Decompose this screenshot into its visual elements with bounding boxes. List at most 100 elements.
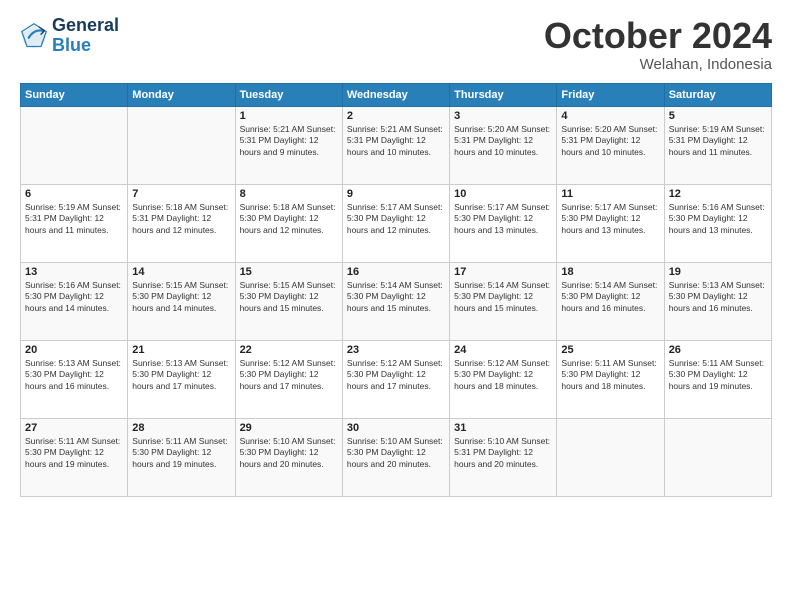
day-number: 25 bbox=[561, 344, 659, 356]
day-cell: 26 Sunrise: 5:11 AM Sunset: 5:30 PM Dayli… bbox=[664, 340, 771, 418]
day-number: 16 bbox=[347, 266, 445, 278]
day-cell: 22 Sunrise: 5:12 AM Sunset: 5:30 PM Dayli… bbox=[235, 340, 342, 418]
day-info: Sunrise: 5:10 AM Sunset: 5:30 PM Dayligh… bbox=[347, 436, 445, 472]
day-info: Sunrise: 5:17 AM Sunset: 5:30 PM Dayligh… bbox=[561, 202, 659, 238]
day-cell bbox=[557, 418, 664, 496]
logo-line2: Blue bbox=[52, 36, 119, 56]
day-info: Sunrise: 5:21 AM Sunset: 5:31 PM Dayligh… bbox=[347, 124, 445, 160]
day-cell: 12 Sunrise: 5:16 AM Sunset: 5:30 PM Dayli… bbox=[664, 184, 771, 262]
page: General Blue October 2024 Welahan, Indon… bbox=[0, 0, 792, 612]
day-cell: 30 Sunrise: 5:10 AM Sunset: 5:30 PM Dayli… bbox=[342, 418, 449, 496]
day-number: 30 bbox=[347, 422, 445, 434]
day-number: 13 bbox=[25, 266, 123, 278]
day-info: Sunrise: 5:21 AM Sunset: 5:31 PM Dayligh… bbox=[240, 124, 338, 160]
day-number: 19 bbox=[669, 266, 767, 278]
day-cell: 23 Sunrise: 5:12 AM Sunset: 5:30 PM Dayli… bbox=[342, 340, 449, 418]
day-cell: 27 Sunrise: 5:11 AM Sunset: 5:30 PM Dayli… bbox=[21, 418, 128, 496]
logo: General Blue bbox=[20, 16, 119, 56]
week-row-3: 13Sunrise: 5:16 AM Sunset: 5:30 PM Dayli… bbox=[21, 262, 772, 340]
day-info: Sunrise: 5:12 AM Sunset: 5:30 PM Dayligh… bbox=[240, 358, 338, 394]
week-row-4: 20 Sunrise: 5:13 AM Sunset: 5:30 PM Dayli… bbox=[21, 340, 772, 418]
day-cell: 4Sunrise: 5:20 AM Sunset: 5:31 PM Daylig… bbox=[557, 106, 664, 184]
header-cell-friday: Friday bbox=[557, 83, 664, 106]
day-number: 28 bbox=[132, 422, 230, 434]
day-cell: 31Sunrise: 5:10 AM Sunset: 5:31 PM Dayli… bbox=[450, 418, 557, 496]
day-info: Sunrise: 5:10 AM Sunset: 5:31 PM Dayligh… bbox=[454, 436, 552, 472]
day-cell bbox=[128, 106, 235, 184]
day-number: 8 bbox=[240, 188, 338, 200]
day-number: 10 bbox=[454, 188, 552, 200]
day-info: Sunrise: 5:18 AM Sunset: 5:30 PM Dayligh… bbox=[240, 202, 338, 238]
logo-text: General Blue bbox=[52, 16, 119, 56]
day-cell: 10 Sunrise: 5:17 AM Sunset: 5:30 PM Dayli… bbox=[450, 184, 557, 262]
day-number: 20 bbox=[25, 344, 123, 356]
day-number: 9 bbox=[347, 188, 445, 200]
day-number: 27 bbox=[25, 422, 123, 434]
day-number: 5 bbox=[669, 110, 767, 122]
day-cell: 6Sunrise: 5:19 AM Sunset: 5:31 PM Daylig… bbox=[21, 184, 128, 262]
day-cell: 25 Sunrise: 5:11 AM Sunset: 5:30 PM Dayli… bbox=[557, 340, 664, 418]
month-title: October 2024 bbox=[544, 16, 772, 56]
day-number: 14 bbox=[132, 266, 230, 278]
day-cell: 24Sunrise: 5:12 AM Sunset: 5:30 PM Dayli… bbox=[450, 340, 557, 418]
day-number: 12 bbox=[669, 188, 767, 200]
day-cell: 14 Sunrise: 5:15 AM Sunset: 5:30 PM Dayli… bbox=[128, 262, 235, 340]
day-info: Sunrise: 5:14 AM Sunset: 5:30 PM Dayligh… bbox=[561, 280, 659, 316]
header-cell-saturday: Saturday bbox=[664, 83, 771, 106]
day-cell: 15 Sunrise: 5:15 AM Sunset: 5:30 PM Dayli… bbox=[235, 262, 342, 340]
day-info: Sunrise: 5:14 AM Sunset: 5:30 PM Dayligh… bbox=[347, 280, 445, 316]
day-info: Sunrise: 5:10 AM Sunset: 5:30 PM Dayligh… bbox=[240, 436, 338, 472]
day-info: Sunrise: 5:13 AM Sunset: 5:30 PM Dayligh… bbox=[132, 358, 230, 394]
day-number: 15 bbox=[240, 266, 338, 278]
header-cell-monday: Monday bbox=[128, 83, 235, 106]
day-info: Sunrise: 5:11 AM Sunset: 5:30 PM Dayligh… bbox=[25, 436, 123, 472]
day-info: Sunrise: 5:19 AM Sunset: 5:31 PM Dayligh… bbox=[669, 124, 767, 160]
day-info: Sunrise: 5:17 AM Sunset: 5:30 PM Dayligh… bbox=[347, 202, 445, 238]
day-cell: 29 Sunrise: 5:10 AM Sunset: 5:30 PM Dayli… bbox=[235, 418, 342, 496]
day-info: Sunrise: 5:15 AM Sunset: 5:30 PM Dayligh… bbox=[132, 280, 230, 316]
day-cell: 21Sunrise: 5:13 AM Sunset: 5:30 PM Dayli… bbox=[128, 340, 235, 418]
day-cell bbox=[664, 418, 771, 496]
day-number: 22 bbox=[240, 344, 338, 356]
day-number: 1 bbox=[240, 110, 338, 122]
calendar-table: SundayMondayTuesdayWednesdayThursdayFrid… bbox=[20, 83, 772, 497]
day-info: Sunrise: 5:17 AM Sunset: 5:30 PM Dayligh… bbox=[454, 202, 552, 238]
day-info: Sunrise: 5:16 AM Sunset: 5:30 PM Dayligh… bbox=[669, 202, 767, 238]
header-cell-wednesday: Wednesday bbox=[342, 83, 449, 106]
day-number: 18 bbox=[561, 266, 659, 278]
day-cell: 16 Sunrise: 5:14 AM Sunset: 5:30 PM Dayli… bbox=[342, 262, 449, 340]
day-number: 29 bbox=[240, 422, 338, 434]
logo-line1: General bbox=[52, 16, 119, 36]
week-row-5: 27 Sunrise: 5:11 AM Sunset: 5:30 PM Dayli… bbox=[21, 418, 772, 496]
header: General Blue October 2024 Welahan, Indon… bbox=[20, 16, 772, 73]
day-cell: 13Sunrise: 5:16 AM Sunset: 5:30 PM Dayli… bbox=[21, 262, 128, 340]
day-cell: 7 Sunrise: 5:18 AM Sunset: 5:31 PM Daylig… bbox=[128, 184, 235, 262]
logo-icon bbox=[20, 22, 48, 50]
day-number: 3 bbox=[454, 110, 552, 122]
day-number: 2 bbox=[347, 110, 445, 122]
day-info: Sunrise: 5:11 AM Sunset: 5:30 PM Dayligh… bbox=[132, 436, 230, 472]
day-cell: 2 Sunrise: 5:21 AM Sunset: 5:31 PM Daylig… bbox=[342, 106, 449, 184]
day-cell: 11 Sunrise: 5:17 AM Sunset: 5:30 PM Dayli… bbox=[557, 184, 664, 262]
day-info: Sunrise: 5:20 AM Sunset: 5:31 PM Dayligh… bbox=[561, 124, 659, 160]
day-info: Sunrise: 5:18 AM Sunset: 5:31 PM Dayligh… bbox=[132, 202, 230, 238]
day-number: 11 bbox=[561, 188, 659, 200]
day-info: Sunrise: 5:12 AM Sunset: 5:30 PM Dayligh… bbox=[347, 358, 445, 394]
day-number: 23 bbox=[347, 344, 445, 356]
subtitle: Welahan, Indonesia bbox=[544, 56, 772, 73]
day-info: Sunrise: 5:15 AM Sunset: 5:30 PM Dayligh… bbox=[240, 280, 338, 316]
day-cell: 8 Sunrise: 5:18 AM Sunset: 5:30 PM Daylig… bbox=[235, 184, 342, 262]
day-info: Sunrise: 5:11 AM Sunset: 5:30 PM Dayligh… bbox=[669, 358, 767, 394]
day-cell: 1 Sunrise: 5:21 AM Sunset: 5:31 PM Daylig… bbox=[235, 106, 342, 184]
day-number: 24 bbox=[454, 344, 552, 356]
day-info: Sunrise: 5:11 AM Sunset: 5:30 PM Dayligh… bbox=[561, 358, 659, 394]
day-info: Sunrise: 5:13 AM Sunset: 5:30 PM Dayligh… bbox=[25, 358, 123, 394]
day-number: 26 bbox=[669, 344, 767, 356]
day-cell: 17Sunrise: 5:14 AM Sunset: 5:30 PM Dayli… bbox=[450, 262, 557, 340]
day-number: 7 bbox=[132, 188, 230, 200]
day-info: Sunrise: 5:14 AM Sunset: 5:30 PM Dayligh… bbox=[454, 280, 552, 316]
header-cell-sunday: Sunday bbox=[21, 83, 128, 106]
header-cell-thursday: Thursday bbox=[450, 83, 557, 106]
header-row: SundayMondayTuesdayWednesdayThursdayFrid… bbox=[21, 83, 772, 106]
day-cell: 3Sunrise: 5:20 AM Sunset: 5:31 PM Daylig… bbox=[450, 106, 557, 184]
